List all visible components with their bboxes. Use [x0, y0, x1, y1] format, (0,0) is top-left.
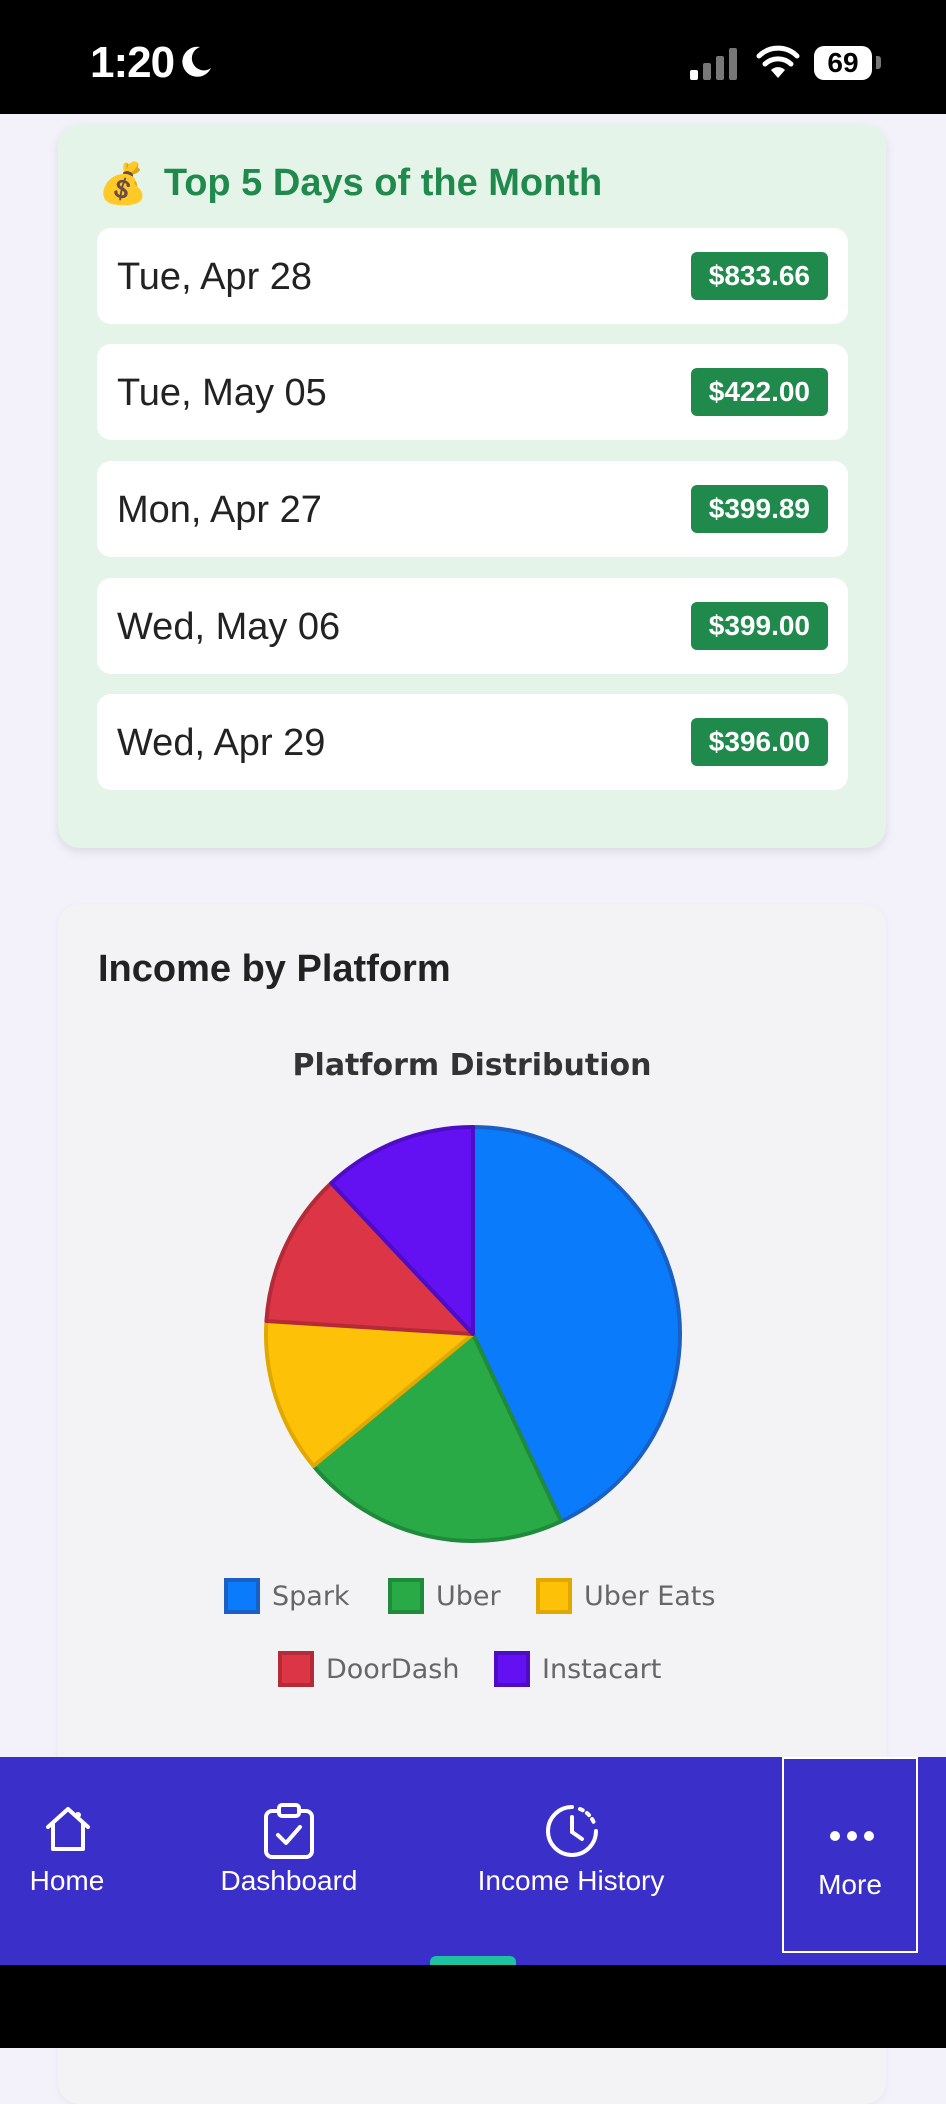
top-days-card: 💰 Top 5 Days of the Month Tue, Apr 28 $8…: [58, 124, 886, 848]
top-day-date: Wed, May 06: [117, 606, 341, 648]
legend-swatch: [224, 1578, 260, 1614]
legend-label: Uber Eats: [584, 1580, 716, 1612]
legend-swatch: [388, 1578, 424, 1614]
nav-home-label: Home: [29, 1865, 105, 1896]
top-day-amount-badge: $399.89: [690, 485, 828, 533]
top-day-date: Wed, Apr 29: [117, 722, 326, 764]
nav-dashboard[interactable]: Dashboard: [200, 1757, 378, 1965]
status-bar: 1:20 69: [0, 0, 946, 114]
battery-tip: [876, 56, 881, 69]
nav-income-history-label: Income History: [477, 1865, 665, 1896]
top-day-amount-badge: $396.00: [690, 718, 828, 766]
bottom-nav: Home Dashboard Income History More: [0, 1757, 946, 1965]
legend-label: Instacart: [542, 1653, 662, 1685]
top-days-title: Top 5 Days of the Month: [163, 162, 603, 204]
top-day-amount-badge: $399.00: [690, 602, 828, 650]
money-bag-icon: 💰: [98, 162, 148, 206]
status-time: 1:20: [90, 38, 175, 87]
legend-swatch: [278, 1651, 314, 1687]
battery-indicator: 69: [814, 46, 872, 80]
top-day-date: Tue, Apr 28: [117, 256, 313, 298]
pie-chart[interactable]: [58, 904, 886, 1564]
clock-history-icon: [546, 1805, 598, 1857]
nav-income-history[interactable]: Income History: [460, 1757, 682, 1965]
top-day-row: Wed, May 06 $399.00: [97, 578, 848, 674]
moon-icon: [182, 46, 211, 77]
legend-item[interactable]: Uber Eats: [536, 1578, 715, 1614]
legend-label: Uber: [436, 1580, 501, 1612]
legend-item[interactable]: DoorDash: [278, 1651, 459, 1687]
legend-swatch: [494, 1651, 530, 1687]
legend-swatch: [536, 1578, 572, 1614]
top-day-date: Mon, Apr 27: [117, 489, 322, 531]
nav-more-label: More: [818, 1869, 882, 1900]
top-day-amount-badge: $833.66: [690, 252, 828, 300]
home-icon: [46, 1807, 90, 1851]
clipboard-check-icon: [264, 1803, 314, 1859]
top-day-row: Mon, Apr 27 $399.89: [97, 461, 848, 557]
nav-more[interactable]: More: [782, 1757, 918, 1953]
top-day-row: Tue, Apr 28 $833.66: [97, 228, 848, 324]
top-day-amount-badge: $422.00: [690, 368, 828, 416]
legend-label: Spark: [272, 1580, 350, 1612]
top-day-date: Tue, May 05: [117, 372, 327, 414]
legend-item[interactable]: Spark: [224, 1578, 350, 1614]
nav-home[interactable]: Home: [0, 1757, 134, 1965]
wifi-icon: [756, 45, 800, 78]
top-day-row: Tue, May 05 $422.00: [97, 344, 848, 440]
legend-item[interactable]: Uber: [388, 1578, 501, 1614]
more-dots-icon: [830, 1831, 874, 1841]
active-tab-indicator: [430, 1956, 516, 1965]
legend-item[interactable]: Instacart: [494, 1651, 661, 1687]
top-days-heading: 💰 Top 5 Days of the Month: [98, 160, 602, 207]
nav-dashboard-label: Dashboard: [220, 1865, 358, 1896]
signal-icon: [690, 48, 737, 80]
top-day-row: Wed, Apr 29 $396.00: [97, 694, 848, 790]
legend-label: DoorDash: [326, 1653, 460, 1685]
home-indicator-area: [0, 1965, 946, 2048]
